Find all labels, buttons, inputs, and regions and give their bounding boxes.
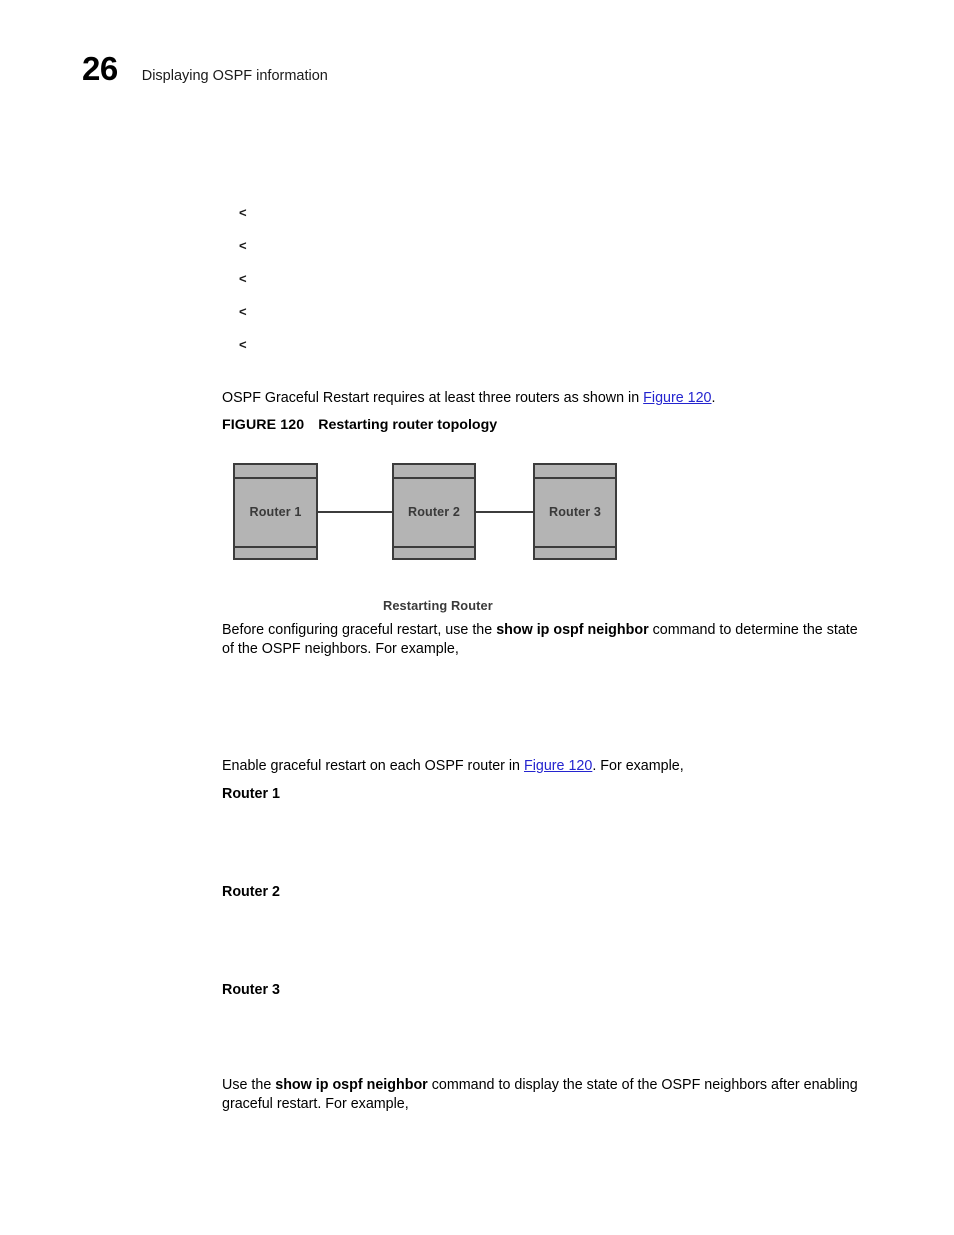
router-top-bar-icon — [535, 477, 615, 479]
figure-120-link[interactable]: Figure 120 — [643, 390, 711, 406]
list-item: < — [239, 337, 247, 352]
restarting-router-caption: Restarting Router — [383, 598, 493, 613]
connector-router1-router2 — [318, 511, 392, 513]
connector-router2-router3 — [476, 511, 533, 513]
page-header: 26 Displaying OSPF information — [82, 52, 328, 85]
section-heading-router-2: Router 2 — [222, 884, 280, 900]
figure-caption-label: FIGURE 120 — [222, 417, 305, 433]
paragraph-use-part1: Use the — [222, 1077, 276, 1093]
router-bottom-bar-icon — [394, 546, 474, 548]
list-item: < — [239, 238, 247, 253]
page-number: 26 — [82, 50, 118, 87]
restarting-router-topology-diagram: Router 1 Router 2 Router 3 — [0, 0, 954, 1235]
figure-120-link[interactable]: Figure 120 — [524, 758, 592, 774]
router-node-3-label: Router 3 — [549, 504, 601, 519]
figure-caption: FIGURE 120 Restarting router topology — [222, 417, 497, 433]
router-node-3[interactable]: Router 3 — [533, 463, 617, 560]
paragraph-enable-text-after: . For example, — [592, 758, 684, 774]
paragraph-enable-text-before: Enable graceful restart on each OSPF rou… — [222, 758, 524, 774]
router-top-bar-icon — [235, 477, 316, 479]
command-show-ip-ospf-neighbor: show ip ospf neighbor — [496, 622, 649, 638]
router-bottom-bar-icon — [235, 546, 316, 548]
paragraph-before-part1: Before configuring graceful restart, use… — [222, 622, 497, 638]
router-node-2-label: Router 2 — [408, 504, 460, 519]
router-top-bar-icon — [394, 477, 474, 479]
paragraph-before-configuring: Before configuring graceful restart, use… — [222, 621, 870, 658]
page-title: Displaying OSPF information — [141, 68, 328, 84]
router-node-2[interactable]: Router 2 — [392, 463, 476, 560]
section-heading-router-1: Router 1 — [222, 786, 280, 802]
paragraph-intro: OSPF Graceful Restart requires at least … — [222, 389, 870, 408]
paragraph-intro-text-after: . — [711, 390, 716, 406]
marker-list: < < < < < — [239, 205, 247, 370]
router-bottom-bar-icon — [535, 546, 615, 548]
list-item: < — [239, 304, 247, 319]
list-item: < — [239, 271, 247, 286]
router-node-1[interactable]: Router 1 — [233, 463, 318, 560]
paragraph-intro-text-before: OSPF Graceful Restart requires at least … — [222, 390, 644, 406]
paragraph-use-command: Use the show ip ospf neighbor command to… — [222, 1076, 870, 1113]
section-heading-router-3: Router 3 — [222, 982, 280, 998]
figure-caption-title: Restarting router topology — [318, 417, 498, 433]
paragraph-enable-restart: Enable graceful restart on each OSPF rou… — [222, 757, 870, 776]
router-node-1-label: Router 1 — [249, 504, 302, 519]
command-show-ip-ospf-neighbor: show ip ospf neighbor — [275, 1077, 428, 1093]
list-item: < — [239, 205, 247, 220]
